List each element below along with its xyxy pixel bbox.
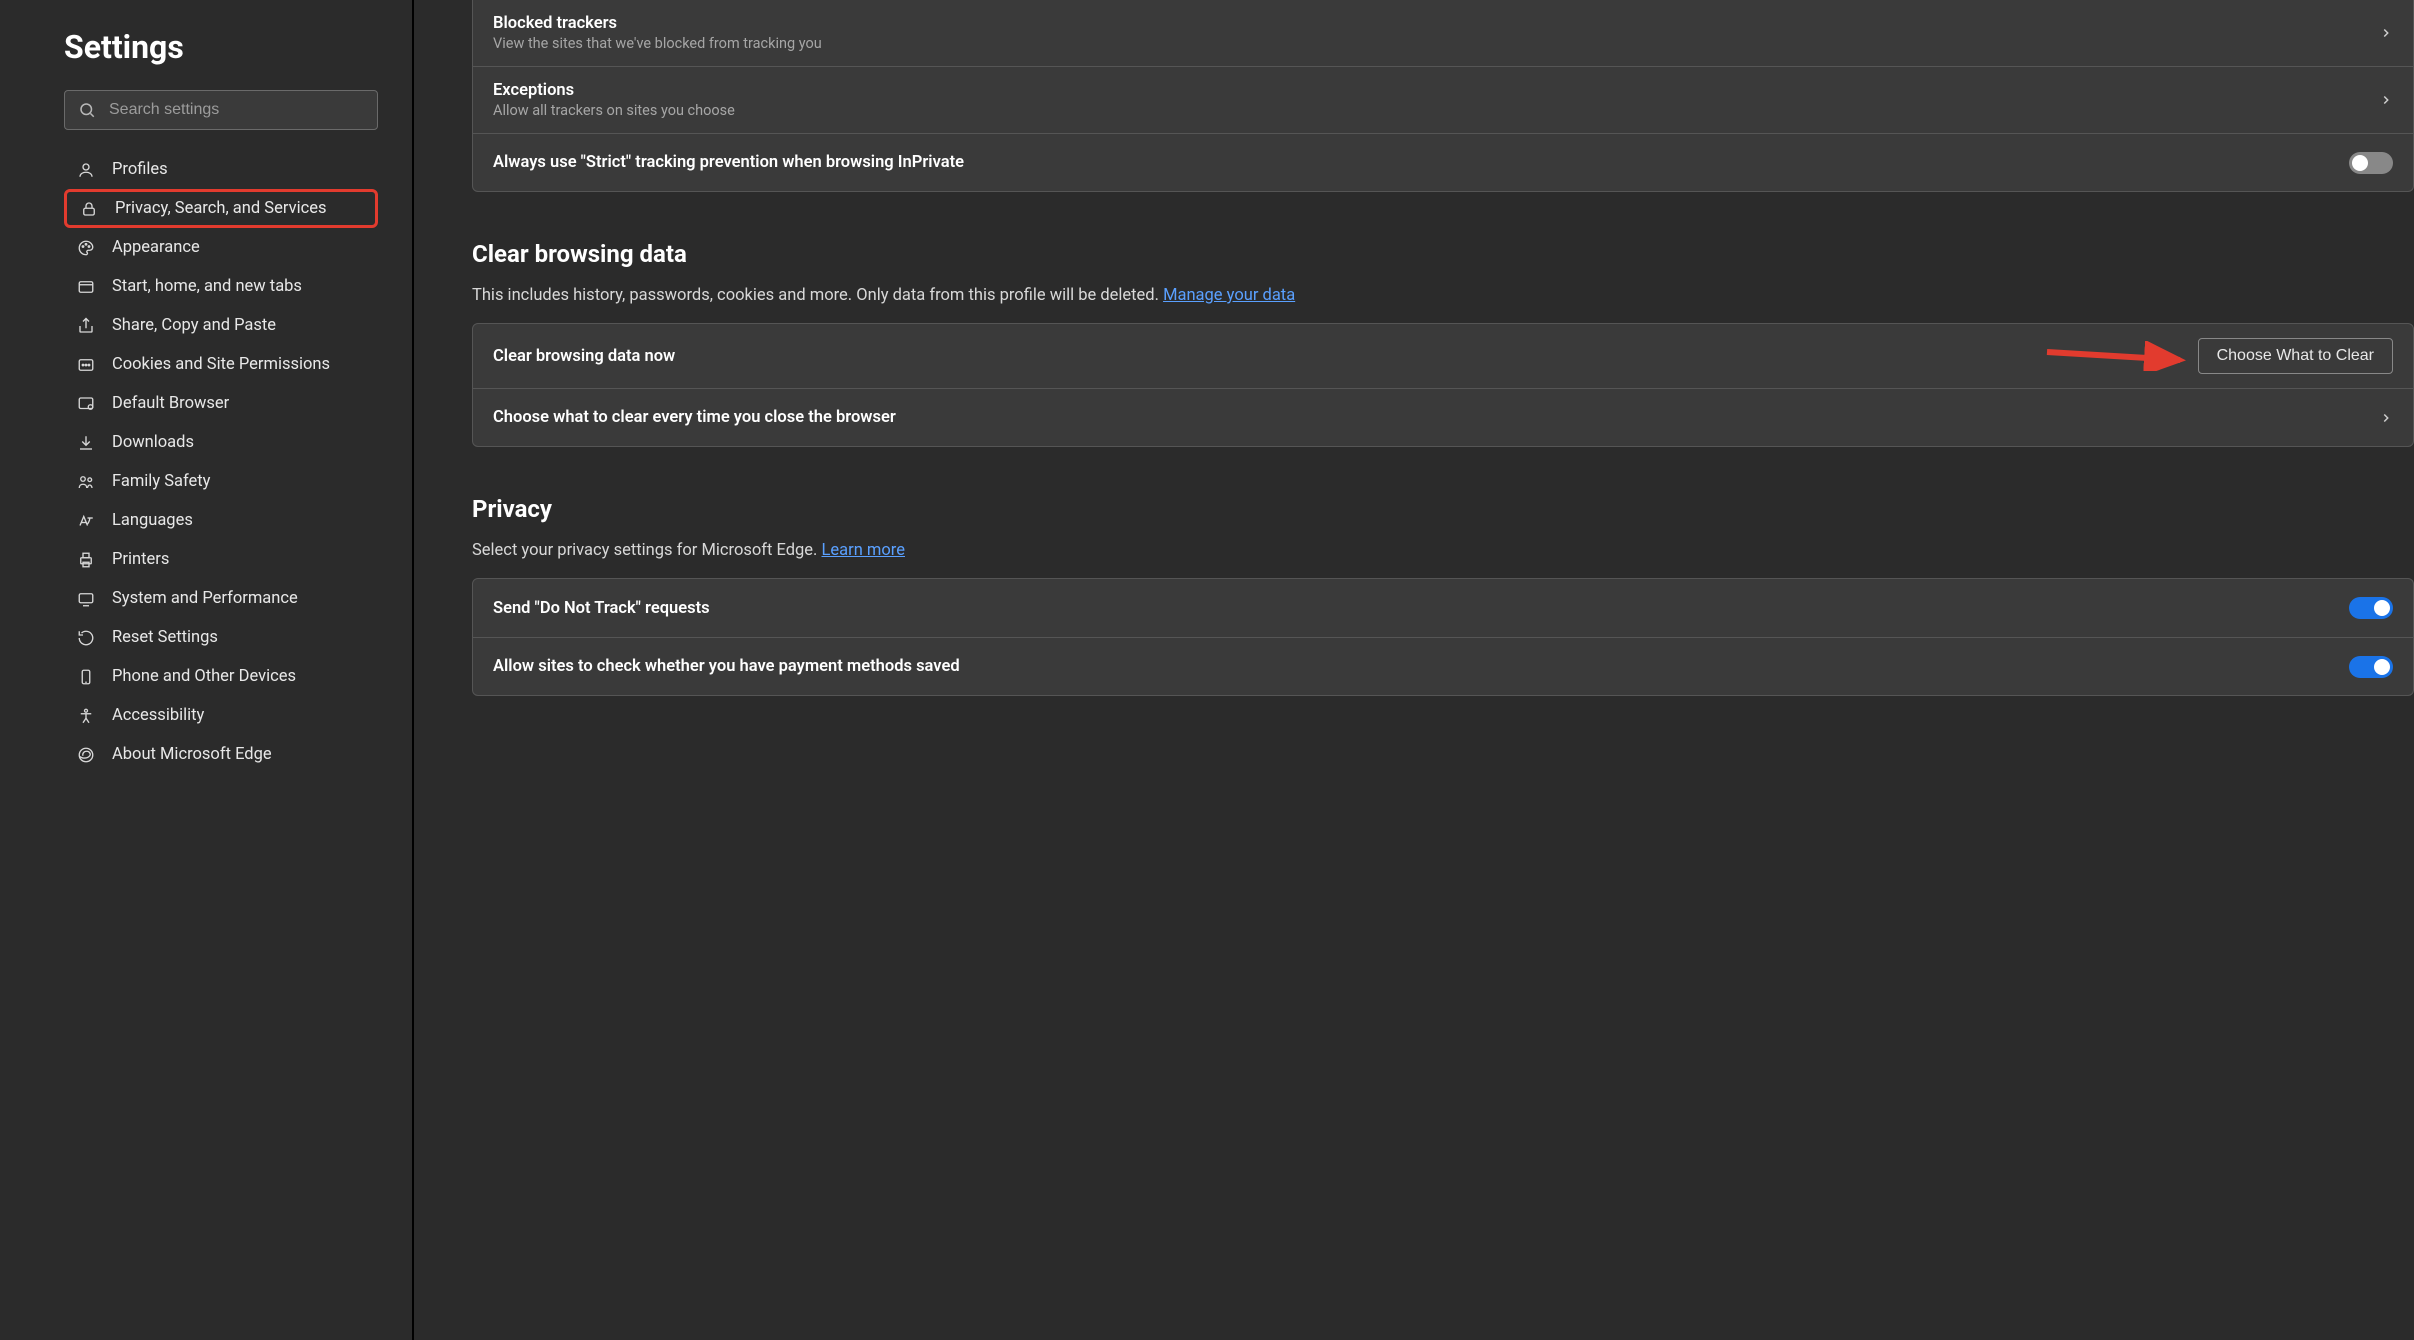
sidebar-item-label: Phone and Other Devices [112,667,296,686]
chevron-right-icon [2379,411,2393,425]
section-desc-text: Select your privacy settings for Microso… [472,541,822,560]
section-heading-privacy: Privacy [472,495,2414,523]
sidebar-item-label: Accessibility [112,706,204,725]
sidebar-item-label: Printers [112,550,169,569]
reset-icon [76,629,96,647]
sidebar-item-label: Downloads [112,433,194,452]
choose-what-to-clear-button[interactable]: Choose What to Clear [2198,338,2393,374]
chevron-right-icon [2379,26,2393,40]
sidebar-item-label: Privacy, Search, and Services [115,199,326,218]
download-icon [76,434,96,452]
search-wrap [64,90,378,130]
sidebar-item-downloads[interactable]: Downloads [64,423,378,462]
window-icon [76,278,96,296]
toggle-payment-methods[interactable] [2349,656,2393,678]
annotation-arrow-icon [2042,341,2192,371]
row-payment-methods: Allow sites to check whether you have pa… [473,637,2413,695]
section-desc-clear: This includes history, passwords, cookie… [472,286,2414,305]
toggle-strict-inprivate[interactable] [2349,152,2393,174]
manage-data-link[interactable]: Manage your data [1163,286,1295,305]
row-subtitle: View the sites that we've blocked from t… [493,35,822,52]
edge-icon [76,746,96,764]
printer-icon [76,551,96,569]
sidebar-item-family[interactable]: Family Safety [64,462,378,501]
row-subtitle: Allow all trackers on sites you choose [493,102,735,119]
page-title: Settings [64,28,378,66]
section-heading-clear: Clear browsing data [472,240,2414,268]
family-icon [76,473,96,491]
search-icon [78,101,96,119]
row-title: Blocked trackers [493,14,822,33]
row-title: Exceptions [493,81,735,100]
row-clear-now: Clear browsing data now Choose What to C… [473,324,2413,388]
sidebar-item-share[interactable]: Share, Copy and Paste [64,306,378,345]
row-blocked-trackers[interactable]: Blocked trackers View the sites that we'… [473,0,2413,66]
chevron-right-icon [2379,93,2393,107]
sidebar-item-languages[interactable]: Languages [64,501,378,540]
tracking-prevention-card: Blocked trackers View the sites that we'… [472,0,2414,192]
sidebar-item-accessibility[interactable]: Accessibility [64,696,378,735]
palette-icon [76,239,96,257]
lock-icon [79,200,99,218]
sidebar-item-start[interactable]: Start, home, and new tabs [64,267,378,306]
sidebar-item-label: Cookies and Site Permissions [112,355,330,374]
row-title: Allow sites to check whether you have pa… [493,657,960,676]
row-do-not-track: Send "Do Not Track" requests [473,579,2413,637]
phone-icon [76,668,96,686]
row-title: Send "Do Not Track" requests [493,599,710,618]
sidebar-item-label: Share, Copy and Paste [112,316,276,335]
sidebar-item-system[interactable]: System and Performance [64,579,378,618]
accessibility-icon [76,707,96,725]
row-strict-inprivate: Always use "Strict" tracking prevention … [473,133,2413,191]
sidebar-item-printers[interactable]: Printers [64,540,378,579]
sidebar-item-label: Default Browser [112,394,229,413]
sidebar-item-label: Profiles [112,160,168,179]
sidebar-item-profiles[interactable]: Profiles [64,150,378,189]
sidebar-item-label: Languages [112,511,193,530]
section-desc-privacy: Select your privacy settings for Microso… [472,541,2414,560]
sidebar-item-reset[interactable]: Reset Settings [64,618,378,657]
cookie-icon [76,356,96,374]
sidebar-item-about[interactable]: About Microsoft Edge [64,735,378,774]
row-clear-on-close[interactable]: Choose what to clear every time you clos… [473,388,2413,446]
sidebar-item-phone[interactable]: Phone and Other Devices [64,657,378,696]
settings-sidebar: Settings Profiles Privacy, Search, and S… [0,0,414,1340]
settings-nav: Profiles Privacy, Search, and Services A… [64,150,378,774]
sidebar-item-label: About Microsoft Edge [112,745,272,764]
sidebar-item-label: Family Safety [112,472,210,491]
row-exceptions[interactable]: Exceptions Allow all trackers on sites y… [473,66,2413,133]
sidebar-item-label: Start, home, and new tabs [112,277,302,296]
section-desc-text: This includes history, passwords, cookie… [472,286,1163,305]
row-title: Clear browsing data now [493,347,675,366]
row-title: Always use "Strict" tracking prevention … [493,153,964,172]
sidebar-item-label: Reset Settings [112,628,218,647]
toggle-do-not-track[interactable] [2349,597,2393,619]
row-title: Choose what to clear every time you clos… [493,408,896,427]
privacy-card: Send "Do Not Track" requests Allow sites… [472,578,2414,696]
sidebar-item-label: Appearance [112,238,200,257]
search-input[interactable] [64,90,378,130]
system-icon [76,590,96,608]
sidebar-item-default-browser[interactable]: Default Browser [64,384,378,423]
clear-data-card: Clear browsing data now Choose What to C… [472,323,2414,447]
settings-content: Blocked trackers View the sites that we'… [414,0,2414,1340]
language-icon [76,512,96,530]
learn-more-link[interactable]: Learn more [822,541,905,560]
sidebar-item-privacy[interactable]: Privacy, Search, and Services [64,189,378,228]
sidebar-item-label: System and Performance [112,589,298,608]
share-icon [76,317,96,335]
profile-icon [76,161,96,179]
sidebar-item-cookies[interactable]: Cookies and Site Permissions [64,345,378,384]
sidebar-item-appearance[interactable]: Appearance [64,228,378,267]
browser-icon [76,395,96,413]
